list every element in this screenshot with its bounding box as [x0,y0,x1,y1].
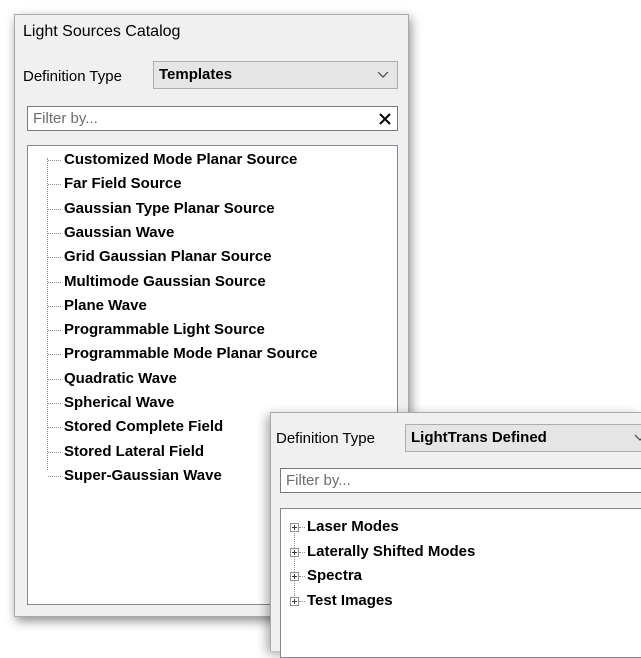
close-icon[interactable] [377,111,393,127]
tree-item[interactable]: Laser Modes [281,515,641,539]
expand-plus-icon[interactable] [290,572,299,581]
chevron-down-icon [377,62,391,88]
expand-plus-icon[interactable] [290,523,299,532]
tree-item-label: Test Images [307,591,393,609]
tree-connector-line [48,451,61,453]
filter-field [280,468,641,493]
tree-connector-line [48,208,61,210]
tree-item[interactable]: Programmable Mode Planar Source [28,342,397,366]
tree-connector-line [299,551,305,553]
tree-connector-line [48,281,61,283]
tree-connector-line [48,232,61,234]
definition-type-dropdown[interactable]: Templates [153,61,398,89]
tree-connector-line [48,378,61,380]
tree-item[interactable]: Laterally Shifted Modes [281,540,641,564]
tree-connector-line [48,184,61,186]
tree-connector-line [48,354,61,356]
tree-item-label: Multimode Gaussian Source [64,272,266,290]
definition-type-label: Definition Type [23,68,122,85]
tree-item-label: Stored Lateral Field [64,442,205,460]
category-tree: Laser Modes Laterally Shifted Modes Spectr… [280,508,641,658]
tree-item[interactable]: Quadratic Wave [28,367,397,391]
tree-item-label: Far Field Source [64,175,182,193]
filter-field [27,106,398,131]
filter-input[interactable] [281,469,638,492]
tree-item[interactable]: Plane Wave [28,294,397,318]
tree-item-label: Programmable Mode Planar Source [64,345,318,363]
tree-item[interactable]: Multimode Gaussian Source [28,270,397,294]
tree-connector-line [48,475,61,477]
tree-connector-line [48,257,61,259]
filter-input[interactable] [28,107,376,130]
definition-type-value: Templates [159,66,233,83]
tree-item[interactable]: Programmable Light Source [28,318,397,342]
tree-item-label: Super-Gaussian Wave [64,466,222,484]
tree-connector-line [48,160,61,161]
tree-item-label: Laser Modes [307,518,399,535]
tree-item-label: Programmable Light Source [64,321,265,339]
chevron-down-icon [634,425,641,451]
tree-item[interactable]: Gaussian Wave [28,221,397,245]
tree-item-label: Gaussian Type Planar Source [64,199,275,217]
tree-item-label: Quadratic Wave [64,369,177,387]
tree-item-label: Grid Gaussian Planar Source [64,248,272,266]
tree-connector-line [48,330,61,332]
tree-item-label: Laterally Shifted Modes [307,542,476,560]
tree-item[interactable]: Test Images [281,589,641,613]
tree-connector-line [48,403,61,404]
tree-item-label: Plane Wave [64,296,147,314]
tree-item[interactable]: Customized Mode Planar Source [28,148,397,172]
tree-connector-line [299,527,305,528]
tree-item-label: Customized Mode Planar Source [64,151,298,168]
tree-item-label: Gaussian Wave [64,223,175,241]
tree-item-label: Spectra [307,567,363,584]
tree-item-label: Stored Complete Field [64,418,224,436]
tree-item[interactable]: Gaussian Type Planar Source [28,197,397,221]
tree-connector-line [48,427,61,429]
panel-title: Light Sources Catalog [23,23,181,40]
tree-connector-line [299,576,305,577]
expand-plus-icon[interactable] [290,547,299,557]
tree-item[interactable]: Spectra [281,564,641,588]
definition-type-value: LightTrans Defined [411,429,547,446]
lighttrans-defined-panel: Definition Type LightTrans Defined Laser… [270,412,641,658]
tree-item-label: Spherical Wave [64,394,175,411]
definition-type-label: Definition Type [276,430,375,447]
tree-connector-line [299,600,305,602]
expand-plus-icon[interactable] [290,596,299,606]
tree-item[interactable]: Grid Gaussian Planar Source [28,245,397,269]
tree-item[interactable]: Far Field Source [28,172,397,196]
tree-connector-line [48,305,61,307]
definition-type-dropdown[interactable]: LightTrans Defined [405,424,641,452]
